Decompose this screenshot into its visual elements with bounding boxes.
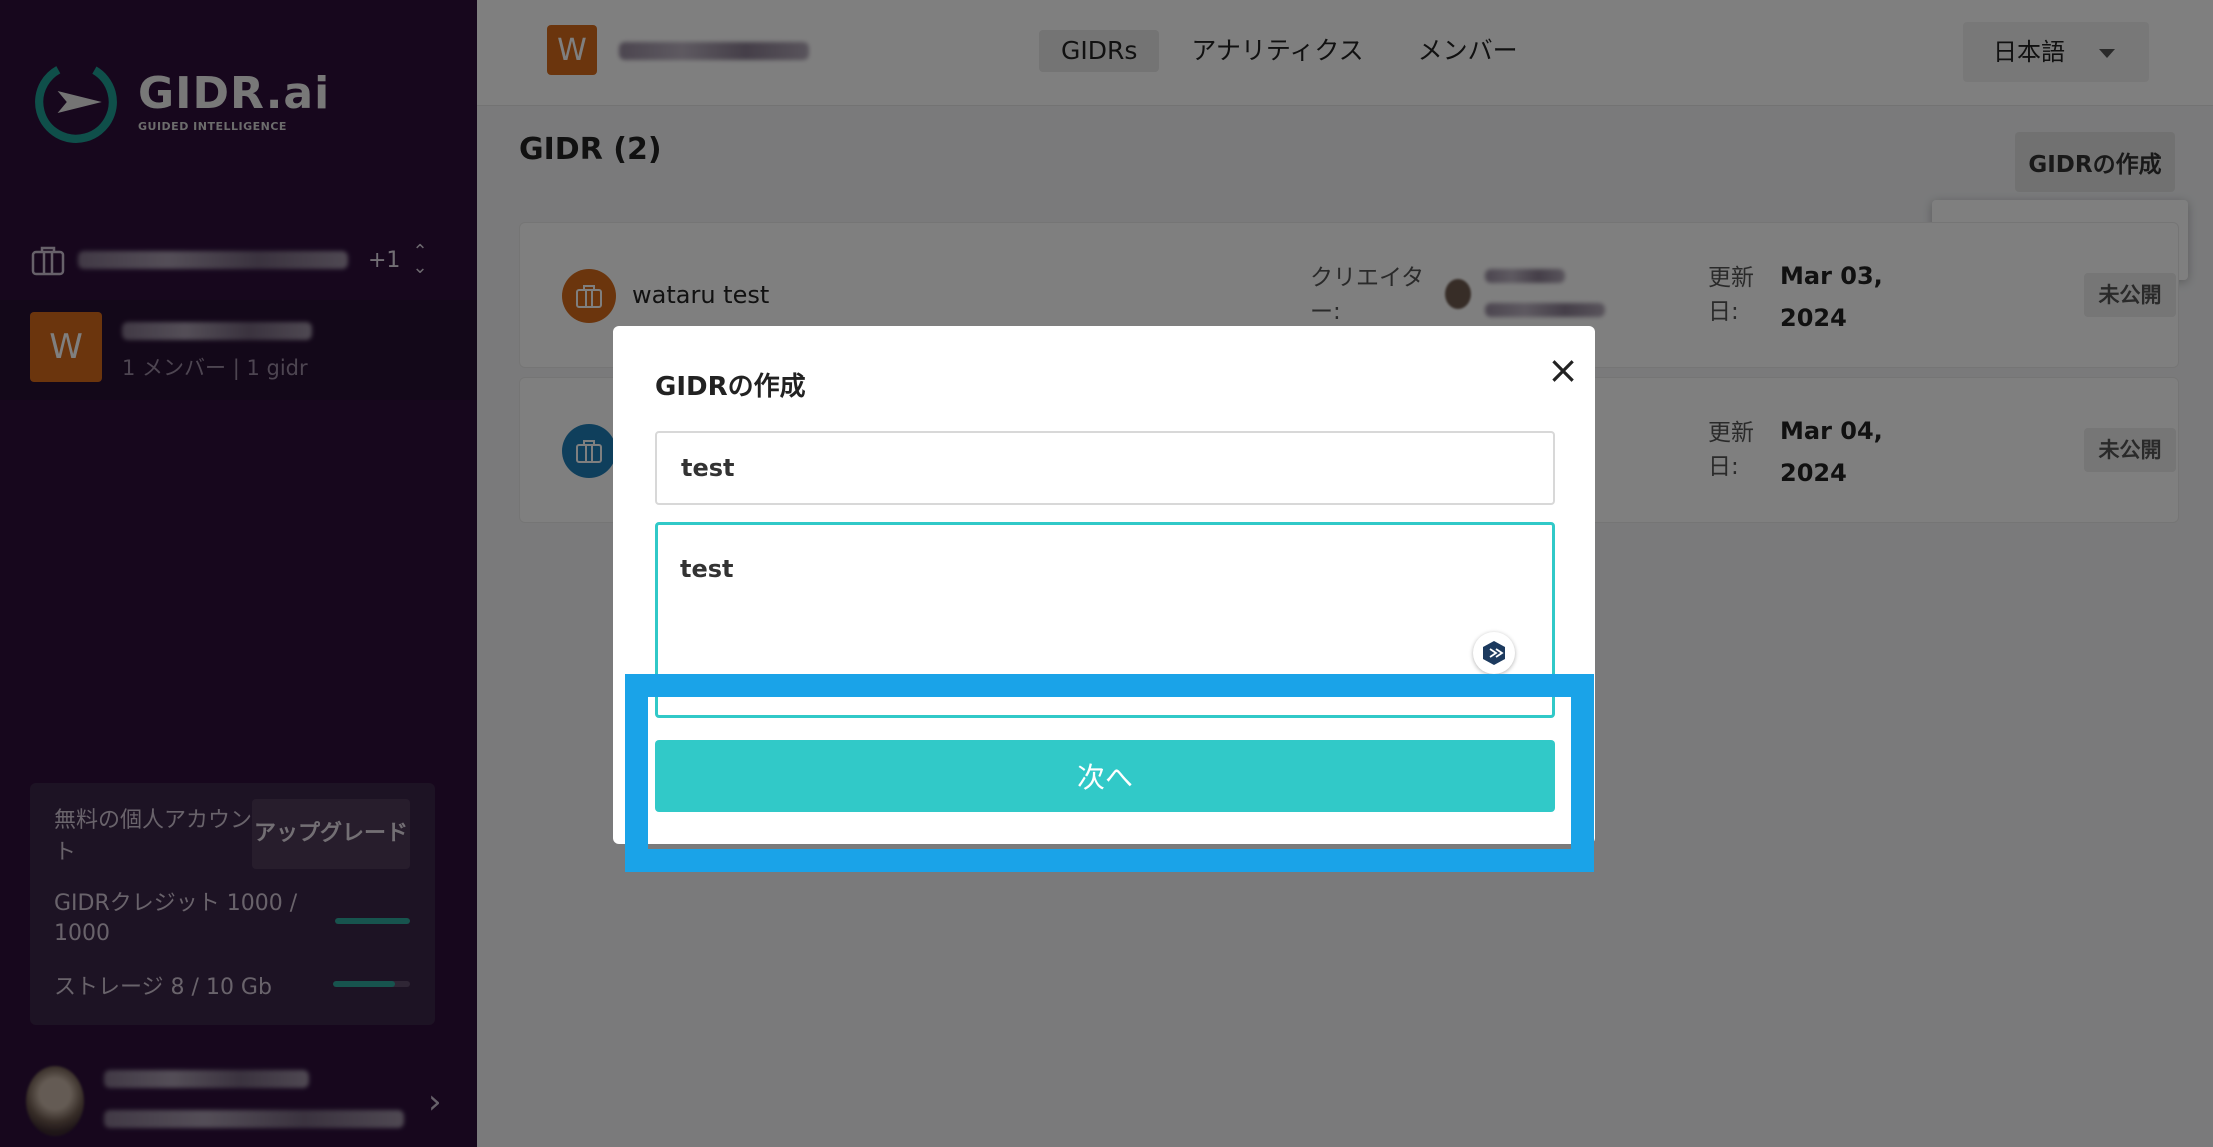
gidr-name-input[interactable]: [655, 431, 1555, 505]
create-gidr-modal: GIDRの作成 × test 次へ: [613, 326, 1595, 844]
next-button[interactable]: 次へ: [655, 740, 1555, 812]
ai-assist-icon[interactable]: [1473, 632, 1515, 674]
close-icon[interactable]: ×: [1543, 350, 1583, 390]
gidr-description-input[interactable]: test: [655, 522, 1555, 718]
modal-title: GIDRの作成: [655, 372, 806, 402]
